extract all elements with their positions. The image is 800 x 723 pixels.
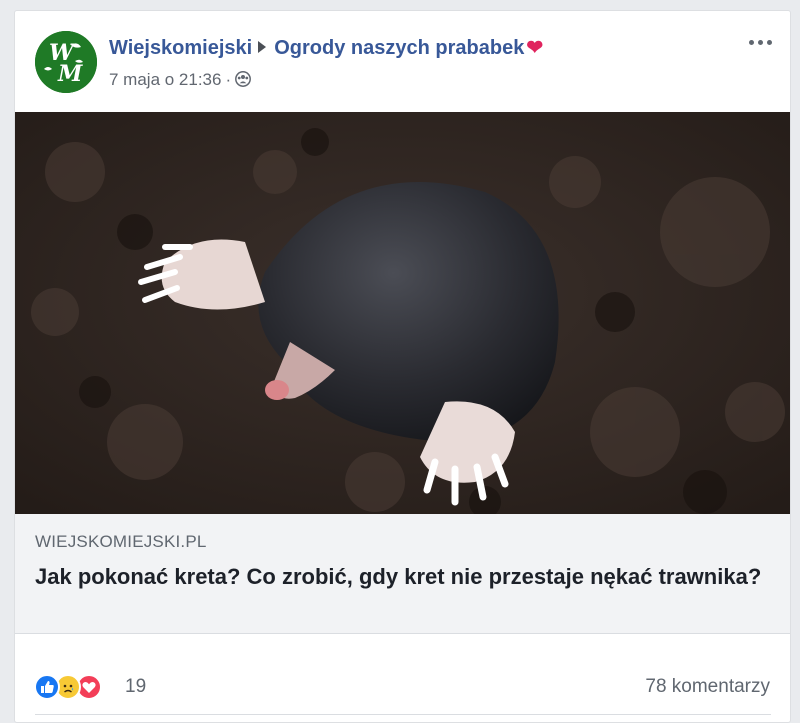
group-name-link[interactable]: Ogrody naszych prababek [274,37,524,59]
reaction-count[interactable]: 19 [125,676,146,698]
more-options-icon[interactable] [746,33,776,51]
post-card: W M Wiejskomiejski Ogrody naszych prababe… [14,10,791,723]
post-meta: 7 maja o 21:36 · [109,70,252,90]
meta-separator: · [225,70,232,89]
link-title[interactable]: Jak pokonać kreta? Co zrobić, gdy kret n… [35,561,765,592]
svg-text:M: M [57,61,83,87]
post-timestamp[interactable]: 7 maja o 21:36 [109,70,221,89]
share-arrow-icon [258,41,267,53]
heart-emoji: ❤ [526,37,544,59]
mole-in-soil-photo [15,112,790,514]
link-domain: WIEJSKOMIEJSKI.PL [35,532,207,551]
comments-count-link[interactable]: 78 komentarzy [645,676,770,698]
footer-divider [35,714,771,715]
group-audience-icon[interactable] [235,71,252,87]
link-preview-box[interactable]: WIEJSKOMIEJSKI.PL Jak pokonać kreta? Co … [15,514,790,634]
page-name-link[interactable]: Wiejskomiejski [109,37,252,59]
post-header: W M Wiejskomiejski Ogrody naszych prababe… [15,11,790,111]
like-reaction-icon [34,674,60,700]
post-author-line: Wiejskomiejski Ogrody naszych prababek ❤ [109,35,543,60]
link-preview-image[interactable] [15,112,790,514]
avatar-logo-icon: W M [35,31,97,93]
post-footer: 19 78 komentarzy [15,666,790,706]
page-avatar[interactable]: W M [35,31,97,93]
